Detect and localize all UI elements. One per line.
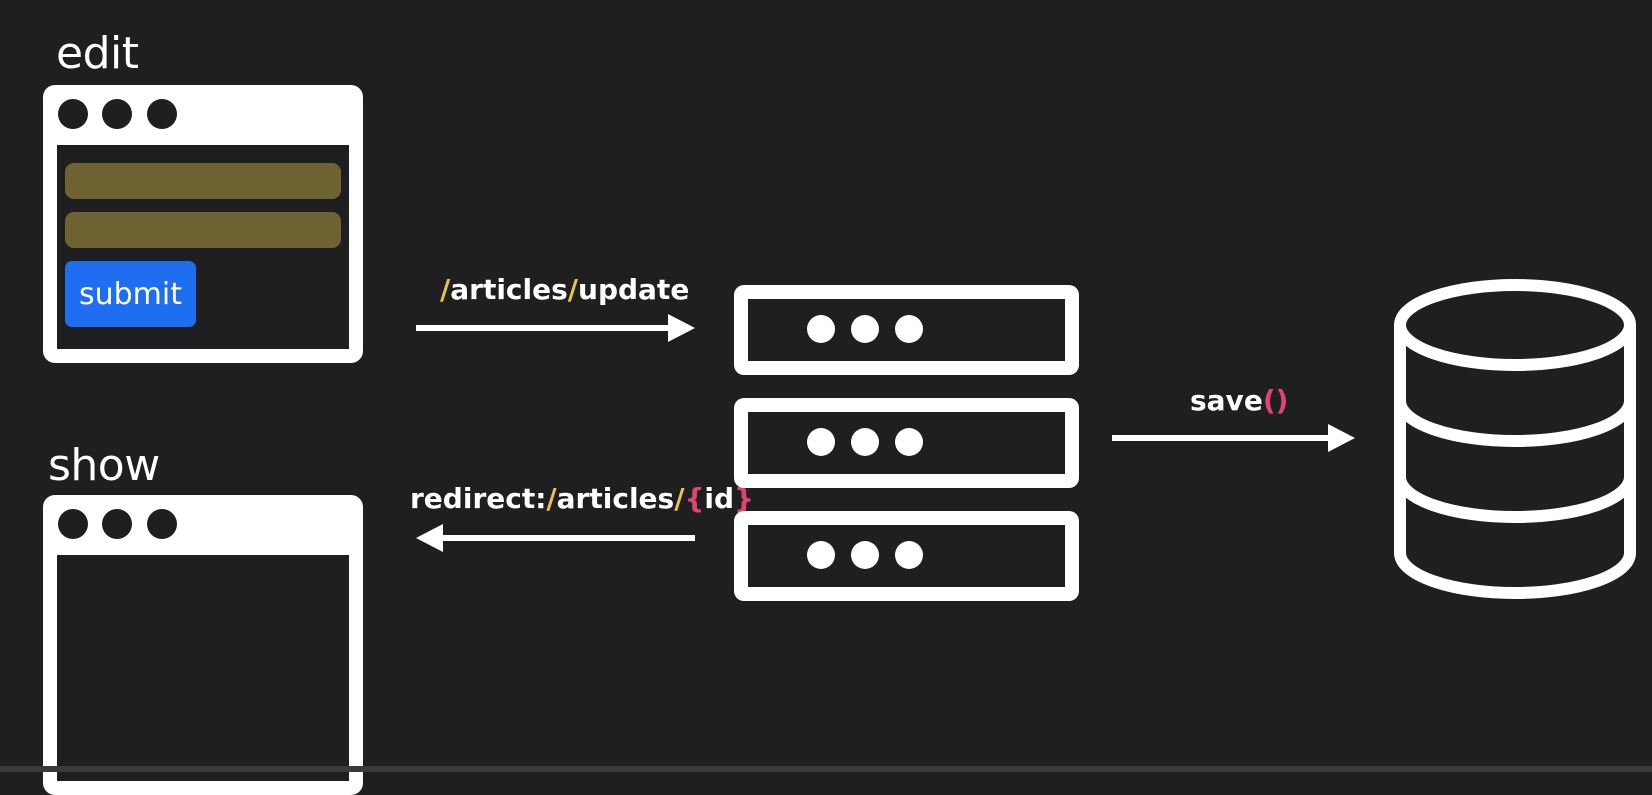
redirect-arrow-icon <box>416 524 695 552</box>
request-arrow-icon <box>416 314 695 342</box>
server-unit <box>734 285 1079 375</box>
server-unit <box>734 398 1079 488</box>
server-led-icon <box>895 315 923 343</box>
server-led-icon <box>895 541 923 569</box>
database-cylinder-icon <box>1394 279 1636 599</box>
save-arrow-icon <box>1112 424 1355 452</box>
server-led-icon <box>851 541 879 569</box>
server-led-icon <box>851 428 879 456</box>
server-led-icon <box>851 315 879 343</box>
server-led-icon <box>807 541 835 569</box>
server-unit <box>734 511 1079 601</box>
server-led-icon <box>807 428 835 456</box>
server-led-icon <box>895 428 923 456</box>
server-led-icon <box>807 315 835 343</box>
bottom-edge <box>0 766 1652 772</box>
